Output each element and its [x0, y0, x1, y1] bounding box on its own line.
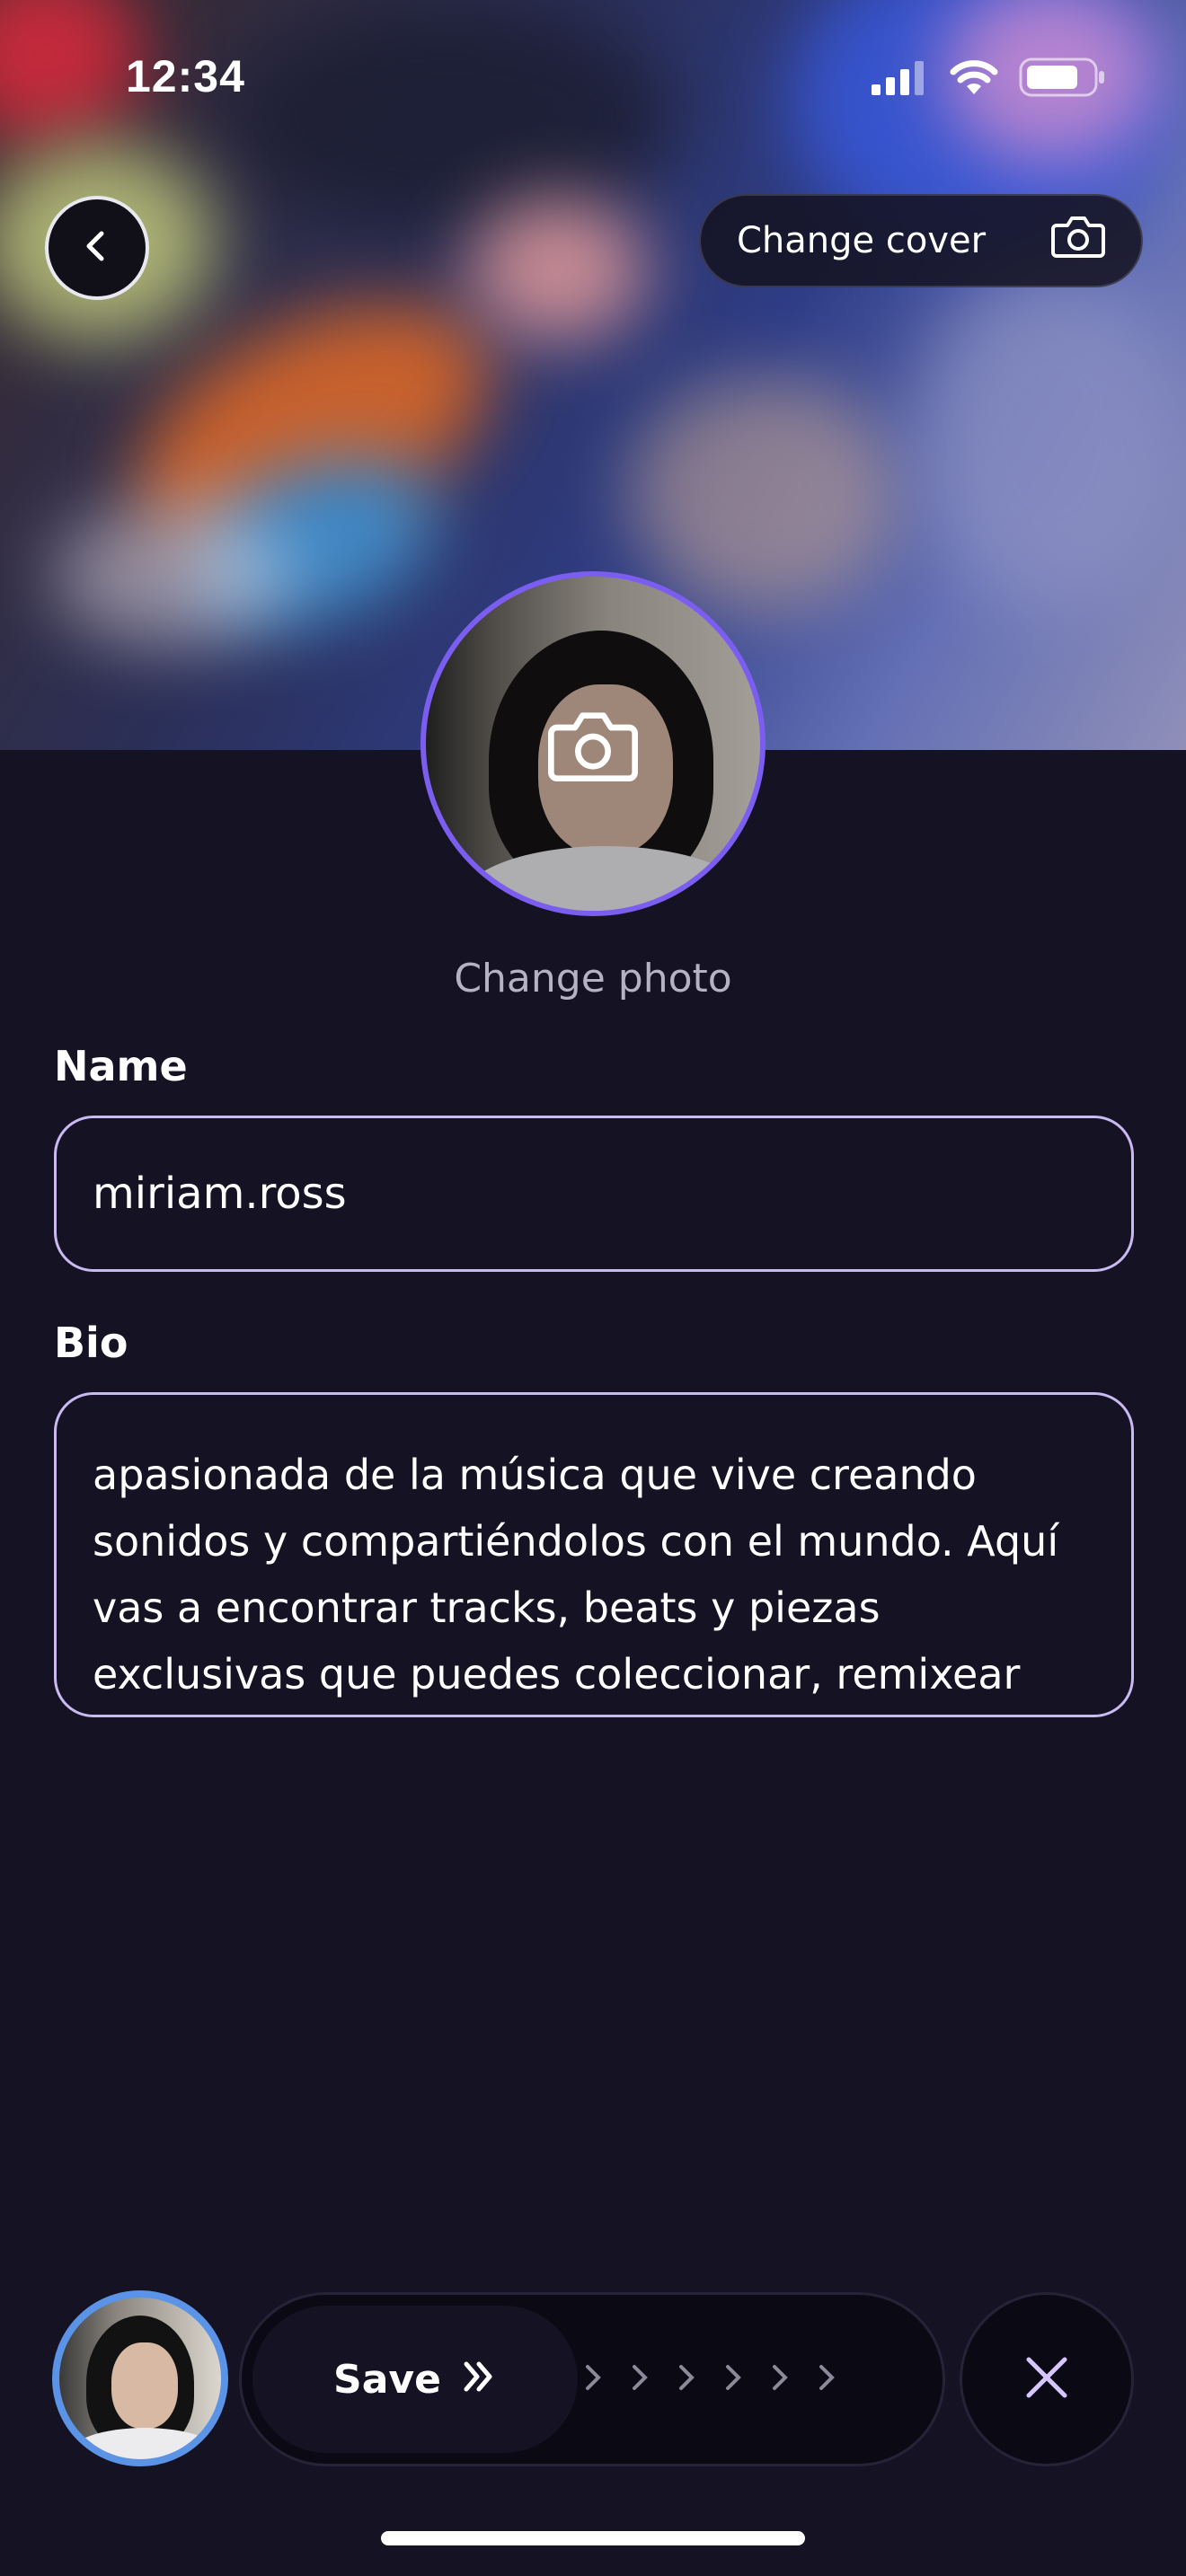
- slide-hint: [583, 2295, 836, 2464]
- double-chevron-right-icon: [461, 2357, 497, 2403]
- bio-field[interactable]: apasionada de la música que vive creando…: [54, 1392, 1134, 1717]
- name-label: Name: [54, 1042, 188, 1090]
- chevron-right-icon: [817, 2363, 836, 2395]
- back-button[interactable]: [45, 196, 149, 300]
- close-icon: [1023, 2354, 1070, 2404]
- signal-icon: [872, 59, 929, 99]
- name-field[interactable]: miriam.ross: [54, 1116, 1134, 1272]
- change-cover-button[interactable]: Change cover: [699, 194, 1143, 287]
- chevron-right-icon: [723, 2363, 743, 2395]
- status-icons: [872, 57, 1107, 101]
- chevron-right-icon: [630, 2363, 650, 2395]
- cancel-button[interactable]: [960, 2292, 1134, 2466]
- avatar[interactable]: [52, 2290, 228, 2466]
- name-value: miriam.ross: [93, 1169, 347, 1219]
- battery-icon: [1019, 57, 1107, 101]
- chevron-left-icon: [79, 228, 115, 268]
- home-indicator[interactable]: [381, 2531, 805, 2545]
- bio-value: apasionada de la música que vive creando…: [93, 1451, 1059, 1698]
- status-bar: 12:34: [0, 0, 1186, 162]
- change-photo-link[interactable]: Change photo: [0, 956, 1186, 1001]
- save-button[interactable]: Save: [252, 2306, 578, 2453]
- bio-label: Bio: [54, 1319, 128, 1367]
- camera-icon[interactable]: [546, 710, 640, 781]
- save-slider[interactable]: Save: [239, 2292, 945, 2466]
- camera-icon: [1051, 215, 1105, 267]
- chevron-right-icon: [677, 2363, 696, 2395]
- save-label: Save: [333, 2356, 441, 2403]
- edit-profile-screen: 12:34 Change cover Change photo Name mir…: [0, 0, 1186, 2576]
- change-cover-label: Change cover: [737, 220, 987, 261]
- status-time: 12:34: [126, 51, 245, 101]
- chevron-right-icon: [770, 2363, 790, 2395]
- chevron-right-icon: [583, 2363, 603, 2395]
- wifi-icon: [949, 58, 999, 100]
